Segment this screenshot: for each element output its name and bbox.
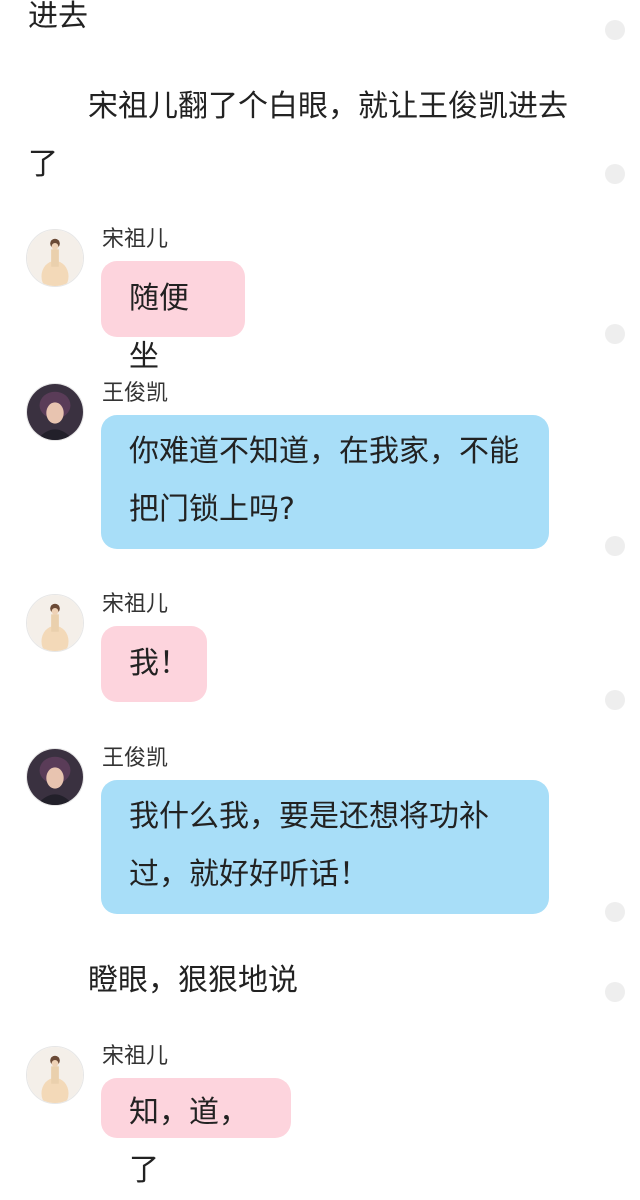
paragraph-dot[interactable]	[605, 902, 625, 922]
message-text: 知，道，了	[129, 1095, 249, 1188]
message-text: 随便坐	[129, 281, 189, 374]
paragraph-dot[interactable]	[605, 982, 625, 1002]
speaker-name: 王俊凯	[102, 381, 169, 406]
narration-text: 宋祖儿翻了个白眼，就让王俊凯进去	[88, 89, 568, 124]
avatar-wangjunkai-icon[interactable]	[26, 383, 84, 441]
avatar-songzuer-icon[interactable]	[26, 1046, 84, 1104]
paragraph-dot[interactable]	[605, 536, 625, 556]
speaker-name: 王俊凯	[102, 746, 169, 771]
avatar-songzuer-icon[interactable]	[26, 229, 84, 287]
message-text: 过，就好好听话！	[129, 857, 369, 892]
paragraph-dot[interactable]	[605, 690, 625, 710]
message-text: 你难道不知道，在我家，不能	[129, 434, 519, 469]
narration-text: 瞪眼，狠狠地说	[88, 963, 298, 998]
paragraph-dot[interactable]	[605, 20, 625, 40]
narration-text: 了	[28, 147, 58, 182]
chat-bubble: 我什么我，要是还想将功补 过，就好好听话！	[101, 780, 549, 914]
paragraph-dot[interactable]	[605, 164, 625, 184]
avatar-wangjunkai-icon[interactable]	[26, 748, 84, 806]
speaker-name: 宋祖儿	[102, 592, 169, 617]
message-text: 我！	[129, 646, 189, 681]
speaker-name: 宋祖儿	[102, 1044, 169, 1069]
speaker-name: 宋祖儿	[102, 227, 169, 252]
avatar-songzuer-icon[interactable]	[26, 594, 84, 652]
paragraph-dot[interactable]	[605, 324, 625, 344]
message-text: 把门锁上吗?	[129, 492, 295, 527]
chat-bubble: 你难道不知道，在我家，不能 把门锁上吗?	[101, 415, 549, 549]
message-text: 我什么我，要是还想将功补	[129, 799, 489, 834]
narration-text: 进去	[28, 0, 88, 34]
chat-bubble: 我！	[101, 626, 207, 702]
chat-bubble: 随便坐	[101, 261, 245, 374]
chat-bubble: 知，道，了	[101, 1078, 291, 1188]
